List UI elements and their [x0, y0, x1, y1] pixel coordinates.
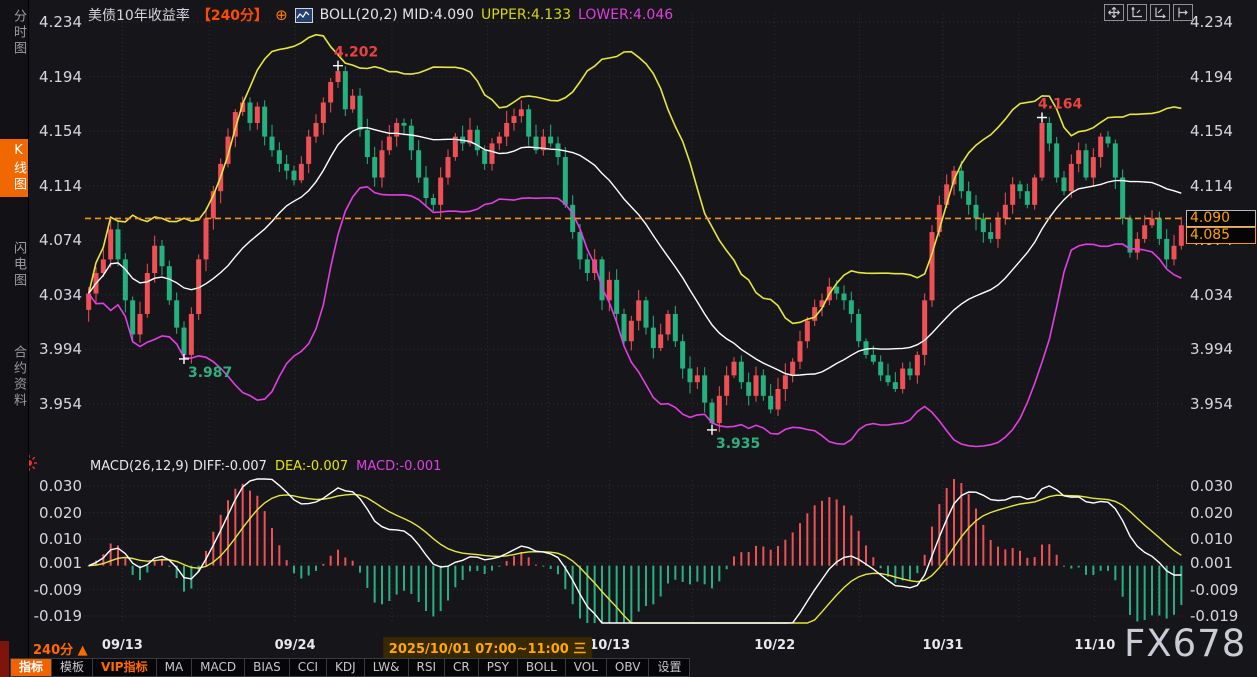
- axis-tick: 4.074: [26, 231, 82, 249]
- toolbar-item-模板[interactable]: 模板: [52, 658, 93, 677]
- axis-tick: 4.194: [1190, 68, 1252, 86]
- axis-tick: 4.234: [26, 13, 82, 31]
- pan-icon[interactable]: [1104, 4, 1124, 21]
- bottom-period-label[interactable]: 240分 ▲: [33, 639, 88, 658]
- chart-app-window: 分时图 K线图闪电图合约资料 美债10年收益率 【240分】 ⊕ BOLL(20,…: [0, 0, 1257, 677]
- toolbar-item-VOL[interactable]: VOL: [566, 658, 607, 677]
- axis-tick: 4.154: [26, 122, 82, 140]
- date-label: 11/10: [1074, 638, 1115, 653]
- axis-tick: 3.994: [26, 340, 82, 358]
- toolbar-item-BOLL[interactable]: BOLL: [518, 658, 566, 677]
- date-label: 10/31: [923, 638, 964, 653]
- target-plus-icon[interactable]: ⊕: [275, 8, 288, 22]
- toolbar-item-RSI[interactable]: RSI: [409, 658, 446, 677]
- axis-tick: 3.954: [1190, 395, 1252, 413]
- axis-tick: 4.034: [26, 286, 82, 304]
- axis-tick: 4.234: [1190, 13, 1252, 31]
- axis-tick: 0.010: [24, 530, 82, 548]
- axis-tick: 4.114: [26, 177, 82, 195]
- indicator-toolbar: 指标模板VIP指标MAMACDBIASCCIKDJLW&RSICRPSYBOLL…: [10, 658, 690, 677]
- fx678-watermark: FX678: [1124, 622, 1246, 665]
- boll-mid-value: BOLL(20,2) MID:4.090: [320, 7, 474, 23]
- toolbar-item-KDJ[interactable]: KDJ: [327, 658, 365, 677]
- left-sidebar: 分时图 K线图闪电图合约资料: [0, 0, 29, 677]
- red-marker: [0, 641, 9, 677]
- macd-diff-value: MACD(26,12,9) DIFF:-0.007: [90, 459, 267, 474]
- toolbar-item-CR[interactable]: CR: [445, 658, 479, 677]
- axis-tick: 3.994: [1190, 340, 1252, 358]
- main-candlestick-chart[interactable]: 4.202 3.987 3.935 4.164: [85, 0, 1185, 456]
- chart-header: 美债10年收益率 【240分】 ⊕ BOLL(20,2) MID:4.090 U…: [88, 5, 673, 25]
- svg-text:4.202: 4.202: [334, 45, 378, 61]
- date-label: 09/13: [102, 638, 143, 653]
- period-label: 【240分】: [197, 5, 268, 25]
- axis-tick: 0.001: [1190, 554, 1252, 572]
- instrument-title: 美债10年收益率: [88, 5, 190, 25]
- axis-tick: -0.009: [24, 581, 82, 599]
- axis-tick: 0.020: [24, 504, 82, 522]
- date-label: 09/24: [275, 638, 316, 653]
- session-label: 2025/10/01 07:00~11:00 三: [383, 637, 593, 658]
- svg-text:3.935: 3.935: [716, 436, 760, 452]
- axis-tick: 0.010: [1190, 530, 1252, 548]
- sidebar-tab-2[interactable]: K线图: [0, 139, 28, 197]
- axis-tick: 4.194: [26, 68, 82, 86]
- sidebar-tab-1[interactable]: 分时图: [0, 5, 28, 61]
- toolbar-item-MACD[interactable]: MACD: [192, 658, 245, 677]
- mini-chart-icon[interactable]: [295, 8, 313, 23]
- chart-tool-buttons: [1104, 4, 1193, 21]
- macd-header: MACD(26,12,9) DIFF:-0.007 DEA:-0.007 MAC…: [90, 459, 441, 474]
- axis-tick: 4.034: [1190, 286, 1252, 304]
- axis-tick: 0.030: [24, 477, 82, 495]
- shift-right-icon[interactable]: [1173, 4, 1193, 21]
- mid-price-tag: 4.090: [1186, 210, 1256, 227]
- axis-tick: 4.154: [1190, 122, 1252, 140]
- axis-tick: 0.030: [1190, 477, 1252, 495]
- sidebar-tab-4[interactable]: 合约资料: [0, 341, 28, 413]
- toolbar-item-指标[interactable]: 指标: [10, 658, 52, 677]
- date-label: 10/22: [754, 638, 795, 653]
- svg-text:3.987: 3.987: [188, 365, 232, 381]
- triangle-up-icon: ▲: [78, 643, 88, 658]
- toolbar-item-BIAS[interactable]: BIAS: [245, 658, 290, 677]
- sidebar-tab-3[interactable]: 闪电图: [0, 237, 28, 293]
- axis-tick: -0.009: [1190, 581, 1252, 599]
- macd-dea-value: DEA:-0.007: [275, 459, 348, 474]
- axis-scale-icon[interactable]: [1150, 4, 1170, 21]
- axis-fit-icon[interactable]: [1127, 4, 1147, 21]
- toolbar-item-OBV[interactable]: OBV: [607, 658, 650, 677]
- date-label: 10/13: [589, 638, 630, 653]
- axis-tick: 0.001: [24, 554, 82, 572]
- axis-tick: 3.954: [26, 395, 82, 413]
- axis-tick: 4.114: [1190, 177, 1252, 195]
- macd-hist-value: MACD:-0.001: [356, 459, 441, 474]
- macd-indicator-chart[interactable]: [85, 476, 1185, 626]
- toolbar-item-VIP指标[interactable]: VIP指标: [93, 658, 157, 677]
- toolbar-item-LW&[interactable]: LW&: [365, 658, 409, 677]
- boll-lower-value: LOWER:4.046: [578, 7, 673, 23]
- axis-tick: 0.020: [1190, 504, 1252, 522]
- toolbar-item-PSY[interactable]: PSY: [479, 658, 518, 677]
- toolbar-item-MA[interactable]: MA: [157, 658, 193, 677]
- svg-text:4.164: 4.164: [1038, 97, 1083, 113]
- toolbar-item-设置[interactable]: 设置: [649, 658, 690, 677]
- axis-tick: -0.019: [24, 607, 82, 625]
- last-price-tag: 4.085: [1186, 227, 1256, 244]
- toolbar-item-CCI[interactable]: CCI: [290, 658, 327, 677]
- boll-upper-value: UPPER:4.133: [481, 7, 571, 23]
